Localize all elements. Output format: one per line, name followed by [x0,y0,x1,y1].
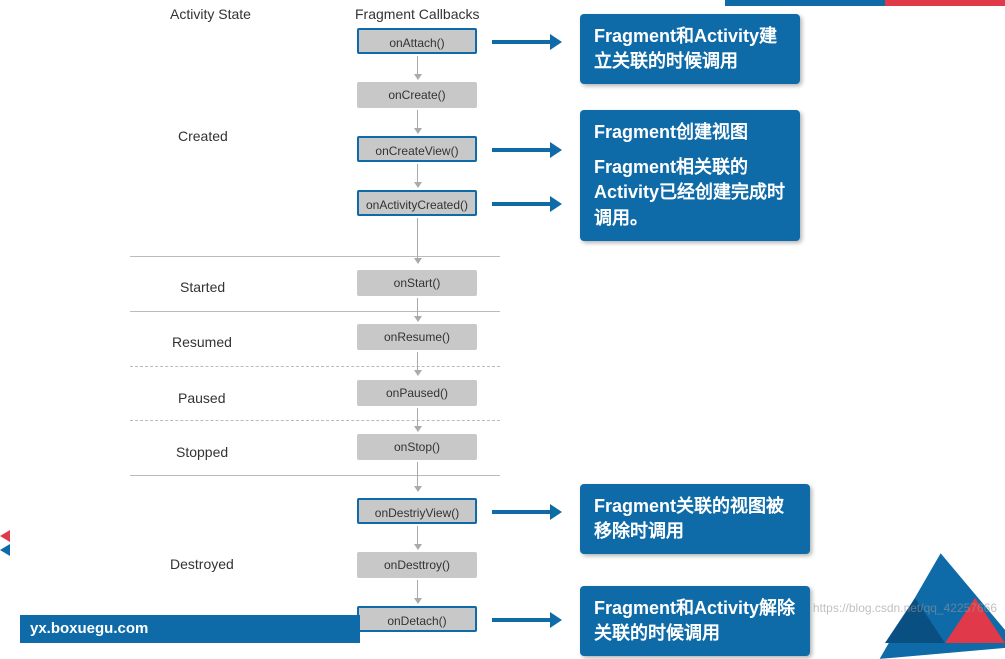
lifecycle-diagram: Activity State Fragment Callbacks Create… [0,0,1005,643]
rowline [130,366,500,367]
header-fragment-callbacks: Fragment Callbacks [355,6,480,22]
state-resumed: Resumed [172,334,232,350]
rowline [130,420,500,421]
annotation-box-destroyview: Fragment关联的视图被移除时调用 [580,484,810,554]
annotation-arrow [492,202,552,206]
annotation-box-attach: Fragment和Activity建立关联的时候调用 [580,14,800,84]
callback-onCreateView: onCreateView() [357,136,477,162]
decor-left-arrow [0,544,10,556]
state-destroyed: Destroyed [170,556,234,572]
header-activity-state: Activity State [170,6,251,22]
callback-onDetach: onDetach() [357,606,477,632]
flow-arrow-down [417,56,418,74]
flow-arrow-down [417,408,418,426]
callback-onDesttroy: onDesttroy() [357,552,477,578]
callback-onCreate: onCreate() [357,82,477,108]
flow-arrow-down [417,462,418,486]
annotation-box-createview: Fragment创建视图 Fragment相关联的Activity已经创建完成时… [580,110,800,241]
watermark-text: https://blog.csdn.net/qq_42257666 [813,601,997,615]
rowline [130,311,500,312]
callback-onDestriyView: onDestriyView() [357,498,477,524]
callback-onAttach: onAttach() [357,28,477,54]
annotation-text-createView: Fragment创建视图 [594,120,786,145]
annotation-arrow [492,618,552,622]
flow-arrow-down [417,526,418,544]
flow-arrow-down [417,110,418,128]
annotation-box-detach: Fragment和Activity解除关联的时候调用 [580,586,810,656]
annotation-text-activityCreated: Fragment相关联的Activity已经创建完成时调用。 [594,155,786,231]
callback-onStop: onStop() [357,434,477,460]
top-accent [725,0,1005,6]
annotation-arrow [492,148,552,152]
flow-arrow-down [417,352,418,370]
callback-onStart: onStart() [357,270,477,296]
annotation-arrow [492,40,552,44]
callback-onPaused: onPaused() [357,380,477,406]
flow-arrow-down [417,218,418,258]
flow-arrow-down [417,164,418,182]
decor-left-arrow [0,530,10,542]
rowline [130,475,500,476]
callback-onActivityCreated: onActivityCreated() [357,190,477,216]
footer-bar: yx.boxuegu.com [20,615,360,643]
state-started: Started [180,279,225,295]
flow-arrow-down [417,298,418,316]
state-paused: Paused [178,390,225,406]
callback-onResume: onResume() [357,324,477,350]
state-created: Created [178,128,228,144]
state-stopped: Stopped [176,444,228,460]
rowline [130,256,500,257]
flow-arrow-down [417,580,418,598]
annotation-arrow [492,510,552,514]
